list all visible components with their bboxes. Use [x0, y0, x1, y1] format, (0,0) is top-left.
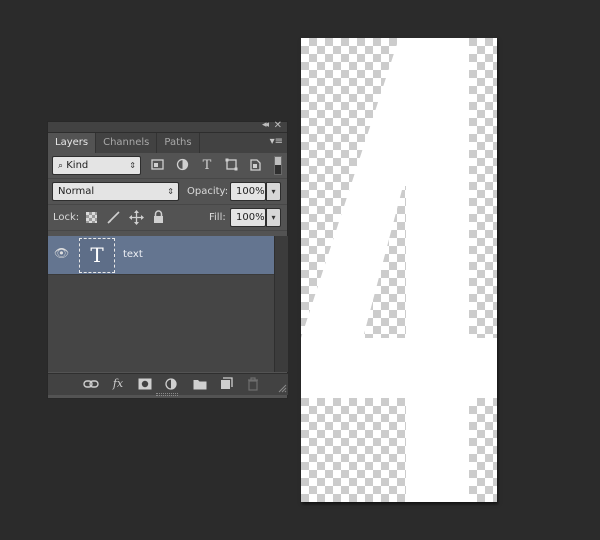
- updown-arrows-icon: ⇕: [167, 187, 174, 196]
- document-canvas[interactable]: [301, 38, 497, 502]
- fx-icon[interactable]: fx: [110, 377, 126, 391]
- filter-row: ⌕ Kind ⇕ T: [48, 153, 287, 179]
- pixel-filter-icon[interactable]: [151, 158, 167, 171]
- shape-filter-icon[interactable]: [225, 158, 238, 171]
- fill-dropdown-button[interactable]: ▾: [266, 208, 281, 227]
- eye-icon[interactable]: 👁: [54, 246, 69, 260]
- close-icon[interactable]: ✕: [274, 120, 282, 131]
- canvas-glyph-four: [301, 38, 497, 502]
- tab-channels[interactable]: Channels: [96, 133, 158, 153]
- new-layer-icon[interactable]: [220, 377, 233, 390]
- kind-filter-select[interactable]: ⌕ Kind ⇕: [52, 156, 141, 175]
- tab-layers[interactable]: Layers: [48, 133, 97, 153]
- adjustment-filter-icon[interactable]: [176, 158, 189, 171]
- opacity-input[interactable]: 100%: [230, 182, 266, 201]
- adjustment-icon[interactable]: [165, 378, 178, 391]
- search-icon: ⌕: [58, 161, 64, 171]
- lock-all-icon[interactable]: [153, 210, 164, 224]
- lock-image-pixels-icon[interactable]: [107, 211, 120, 224]
- panel-tabs: Layers Channels Paths ▾≡: [48, 133, 287, 153]
- panel-titlebar: ◂◂ ✕: [48, 120, 287, 133]
- opacity-label: Opacity:: [187, 186, 229, 197]
- layer-name[interactable]: text: [123, 249, 143, 260]
- fill-input[interactable]: 100%: [230, 208, 266, 227]
- layers-panel: ◂◂ ✕ Layers Channels Paths ▾≡ ⌕ Kind ⇕ T: [47, 120, 288, 399]
- fill-label: Fill:: [209, 212, 226, 223]
- mask-icon[interactable]: [138, 378, 152, 390]
- filter-toggle-switch[interactable]: [274, 156, 282, 175]
- link-icon[interactable]: [83, 379, 99, 389]
- blend-mode-select[interactable]: Normal ⇕: [52, 182, 179, 201]
- double-chevron-icon[interactable]: ◂◂: [262, 120, 269, 130]
- layers-list: 👁 T text: [48, 236, 274, 372]
- smart-object-filter-icon[interactable]: [249, 158, 262, 171]
- lock-transparent-pixels-icon[interactable]: [86, 212, 97, 223]
- panel-drag-grip[interactable]: [156, 393, 178, 396]
- text-layer-icon: T: [90, 243, 104, 267]
- lock-row: Lock: Fill: 100% ▾: [48, 205, 287, 231]
- blend-row: Normal ⇕ Opacity: 100% ▾: [48, 179, 287, 205]
- lock-label: Lock:: [53, 212, 80, 223]
- updown-arrows-icon: ⇕: [129, 161, 136, 170]
- trash-icon[interactable]: [247, 377, 259, 391]
- kind-filter-label: Kind: [66, 160, 89, 171]
- panel-bottom-toolbar: fx: [48, 373, 288, 395]
- blend-mode-value: Normal: [58, 186, 95, 197]
- folder-icon[interactable]: [193, 378, 207, 390]
- resize-grip-icon[interactable]: [277, 383, 287, 393]
- layers-scrollbar[interactable]: [274, 236, 288, 372]
- tab-paths[interactable]: Paths: [157, 133, 200, 153]
- layer-thumbnail[interactable]: T: [79, 238, 115, 273]
- type-filter-icon[interactable]: T: [199, 156, 215, 175]
- opacity-dropdown-button[interactable]: ▾: [266, 182, 281, 201]
- lock-position-icon[interactable]: [129, 210, 144, 225]
- layer-row[interactable]: 👁 T text: [48, 236, 274, 275]
- panel-menu-icon[interactable]: ▾≡: [270, 136, 283, 147]
